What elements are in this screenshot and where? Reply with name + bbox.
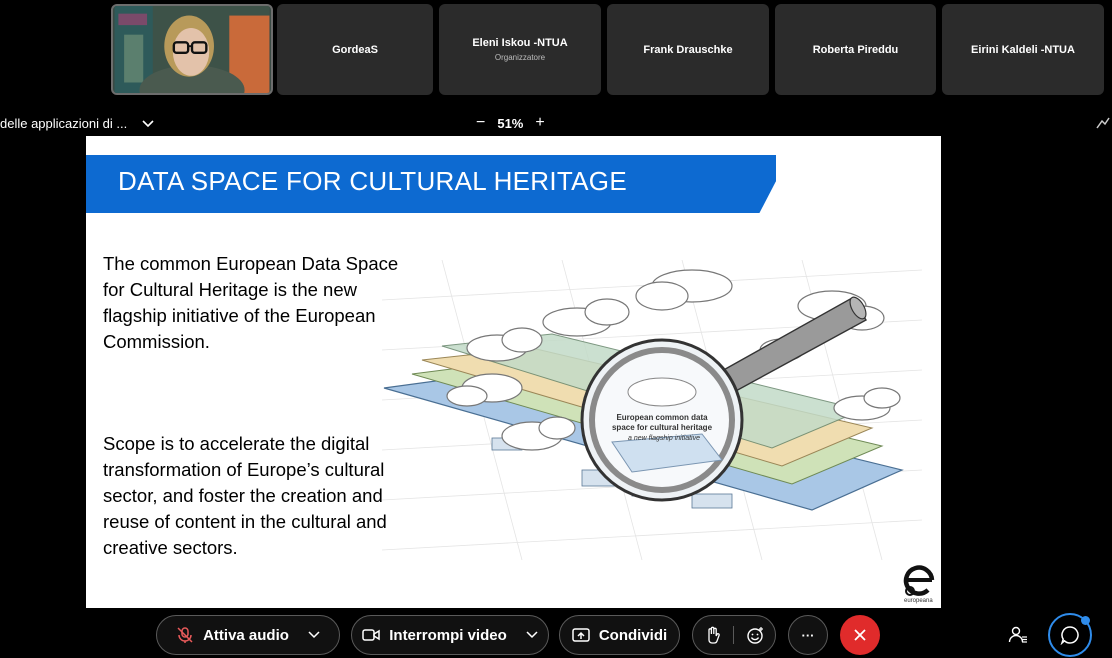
reactions-group: [692, 615, 776, 655]
divider: [732, 626, 734, 644]
participant-name: Eirini Kaldeli -NTUA: [971, 43, 1075, 56]
slide-title: DATA SPACE FOR CULTURAL HERITAGE: [118, 166, 627, 196]
zoom-out-button[interactable]: −: [476, 114, 485, 132]
slide-paragraph: Scope is to accelerate the digital trans…: [103, 433, 387, 558]
chevron-down-icon: [142, 119, 154, 127]
webcam-image: [114, 6, 270, 93]
participant-tile[interactable]: Roberta Pireddu: [775, 4, 936, 95]
close-icon: [854, 629, 866, 641]
shared-slide: DATA SPACE FOR CULTURAL HERITAGE The com…: [86, 136, 941, 608]
participant-name: Roberta Pireddu: [812, 43, 899, 56]
magnifier-text: space for cultural heritage: [612, 423, 713, 432]
slide-paragraph: The common European Data Space for Cultu…: [103, 253, 399, 352]
zoom-control: − 51% +: [476, 114, 545, 132]
share-screen-icon: [572, 628, 590, 642]
shared-content-title[interactable]: delle applicazioni di ...: [0, 116, 155, 131]
more-options-button[interactable]: ···: [788, 615, 828, 655]
participant-name: Frank Drauschke: [643, 43, 733, 56]
self-video-tile[interactable]: [111, 4, 273, 95]
participant-tile[interactable]: Eirini Kaldeli -NTUA: [942, 4, 1104, 95]
raise-hand-icon[interactable]: [705, 626, 721, 644]
unmute-button[interactable]: Attiva audio: [156, 615, 340, 655]
participant-role: Organizzatore: [494, 53, 546, 62]
camera-icon: [362, 629, 380, 641]
mic-muted-icon: [177, 627, 193, 643]
chevron-down-icon[interactable]: [526, 631, 538, 639]
participant-tile[interactable]: Eleni Iskou -NTUA Organizzatore: [439, 4, 601, 95]
participants-panel-button[interactable]: [998, 615, 1038, 655]
europeana-logo-icon: [903, 565, 935, 596]
participant-tile[interactable]: GordeaS: [277, 4, 433, 95]
chat-bubble-icon: [1060, 626, 1079, 645]
shared-content-label: delle applicazioni di ...: [0, 116, 128, 131]
notification-dot: [1081, 616, 1090, 625]
chevron-down-icon[interactable]: [308, 631, 320, 639]
leave-meeting-button[interactable]: [840, 615, 880, 655]
stop-video-button[interactable]: Interrompi video: [351, 615, 549, 655]
participants-icon: [1008, 626, 1027, 643]
zoom-level: 51%: [497, 115, 524, 131]
participant-name: GordeaS: [332, 43, 378, 56]
participant-name: Eleni Iskou -NTUA: [472, 37, 568, 49]
data-space-illustration: European common data space for cultural …: [382, 260, 922, 560]
magnifier-text: European common data: [616, 413, 708, 422]
emoji-reaction-icon[interactable]: [746, 626, 764, 644]
stop-video-label: Interrompi video: [389, 626, 507, 644]
share-label: Condividi: [598, 626, 668, 644]
share-button[interactable]: Condividi: [559, 615, 680, 655]
unmute-label: Attiva audio: [203, 626, 289, 644]
participant-tile[interactable]: Frank Drauschke: [607, 4, 769, 95]
magnifier-text: a new flagship initiative: [628, 435, 700, 442]
logo-caption: europeana: [904, 598, 933, 604]
annotate-icon[interactable]: [1096, 116, 1110, 133]
zoom-in-button[interactable]: +: [535, 114, 544, 132]
more-options-label: ···: [801, 627, 815, 643]
